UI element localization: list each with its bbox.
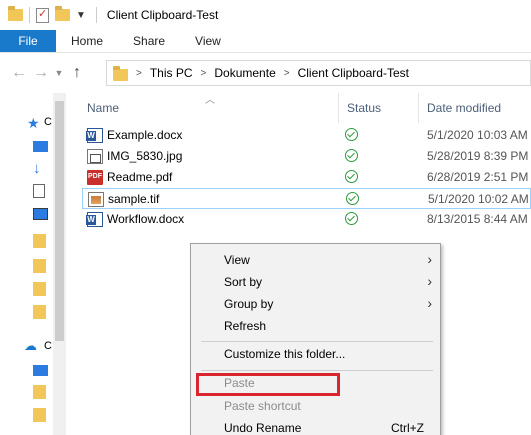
- column-divider[interactable]: [338, 93, 339, 123]
- file-name: IMG_5830.jpg: [107, 149, 183, 163]
- chevron-right-icon[interactable]: >: [201, 68, 207, 79]
- image-icon: [87, 149, 103, 164]
- menu-divider: [201, 370, 433, 371]
- context-menu: View › Sort by › Group by › Refresh Cust…: [190, 243, 441, 435]
- address-bar[interactable]: > This PC > Dokumente > Client Clipboard…: [106, 60, 531, 86]
- sync-ok-icon: [345, 212, 358, 225]
- chevron-right-icon[interactable]: >: [284, 68, 290, 79]
- chevron-right-icon: ›: [427, 295, 432, 311]
- tab-file[interactable]: File: [0, 30, 56, 52]
- column-header-date[interactable]: Date modified: [427, 93, 531, 123]
- folder-icon: [113, 65, 128, 81]
- menu-item-sort-by[interactable]: Sort by ›: [191, 271, 440, 293]
- quick-access-label[interactable]: C: [44, 116, 52, 128]
- menu-divider: [201, 341, 433, 342]
- menu-item-undo-rename[interactable]: Undo Rename Ctrl+Z: [191, 417, 440, 435]
- file-name: Readme.pdf: [107, 170, 173, 184]
- file-row[interactable]: Readme.pdf 6/28/2019 2:51 PM: [82, 167, 531, 188]
- ribbon-tabs: File Home Share View: [0, 30, 531, 53]
- file-name: sample.tif: [108, 192, 160, 206]
- forward-arrow-icon[interactable]: →: [30, 64, 52, 82]
- menu-item-refresh[interactable]: Refresh: [191, 315, 440, 337]
- navigation-bar: ← → ▼ ↑ > This PC > Dokumente > Client C…: [0, 53, 531, 93]
- star-icon[interactable]: ★: [27, 115, 41, 131]
- breadcrumb-current-folder[interactable]: Client Clipboard-Test: [298, 66, 409, 80]
- onedrive-label[interactable]: C: [44, 340, 52, 352]
- file-row[interactable]: IMG_5830.jpg 5/28/2019 8:39 PM: [82, 146, 531, 167]
- column-header-status[interactable]: Status: [347, 93, 417, 123]
- menu-item-label: Customize this folder...: [224, 347, 346, 361]
- divider: [95, 7, 97, 23]
- back-arrow-icon[interactable]: ←: [8, 64, 30, 82]
- folder-icon[interactable]: [33, 282, 46, 296]
- folder-icon[interactable]: [33, 408, 46, 422]
- sync-ok-icon: [345, 170, 358, 183]
- chevron-right-icon: ›: [427, 251, 432, 267]
- properties-icon[interactable]: [36, 7, 49, 23]
- sync-ok-icon: [345, 128, 358, 141]
- breadcrumb-dokumente[interactable]: Dokumente: [214, 66, 275, 80]
- sync-ok-icon: [346, 192, 359, 205]
- pdf-icon: [87, 170, 103, 185]
- file-date: 8/13/2015 8:44 AM: [427, 212, 528, 226]
- word-icon: [86, 212, 103, 227]
- menu-item-label: View: [224, 253, 250, 267]
- chevron-right-icon[interactable]: >: [136, 68, 142, 79]
- folder-icon[interactable]: [33, 305, 46, 319]
- file-name: Workflow.docx: [107, 212, 185, 226]
- tab-home[interactable]: Home: [56, 30, 118, 52]
- sync-ok-icon: [345, 149, 358, 162]
- file-date: 6/28/2019 2:51 PM: [427, 170, 529, 184]
- title-bar: ▼ Client Clipboard-Test: [0, 0, 531, 30]
- new-folder-icon[interactable]: [55, 6, 70, 21]
- tab-view[interactable]: View: [180, 30, 236, 52]
- file-date: 5/28/2019 8:39 PM: [427, 149, 529, 163]
- menu-item-label: Group by: [224, 297, 274, 311]
- menu-item-label: Refresh: [224, 319, 267, 333]
- quick-access-toolbar: ▼: [8, 6, 86, 23]
- file-name: Example.docx: [107, 128, 183, 142]
- file-date: 5/1/2020 10:02 AM: [428, 192, 529, 206]
- file-date: 5/1/2020 10:03 AM: [427, 128, 528, 142]
- folder-icon[interactable]: [33, 385, 46, 399]
- menu-item-label: Sort by: [224, 275, 263, 289]
- menu-item-label: Undo Rename: [224, 421, 302, 435]
- tab-share[interactable]: Share: [118, 30, 180, 52]
- scrollbar-thumb[interactable]: [55, 101, 64, 341]
- file-row[interactable]: Workflow.docx 8/13/2015 8:44 AM: [82, 209, 531, 230]
- image-icon: [88, 192, 104, 207]
- folder-icon[interactable]: [33, 234, 46, 248]
- word-icon: [86, 128, 103, 143]
- window-title: Client Clipboard-Test: [106, 8, 219, 22]
- recent-locations-icon[interactable]: ▼: [52, 68, 66, 78]
- menu-item-label: Paste shortcut: [224, 399, 301, 413]
- divider: [29, 7, 30, 23]
- up-arrow-icon[interactable]: ↑: [66, 64, 88, 82]
- onedrive-icon[interactable]: ☁: [24, 338, 38, 353]
- file-row[interactable]: Example.docx 5/1/2020 10:03 AM: [82, 125, 531, 146]
- highlight-box: [196, 373, 340, 396]
- documents-icon[interactable]: [33, 184, 45, 198]
- folder-icon[interactable]: [33, 259, 46, 273]
- menu-item-view[interactable]: View ›: [191, 249, 440, 271]
- menu-item-customize-folder[interactable]: Customize this folder...: [191, 343, 440, 365]
- file-row[interactable]: sample.tif 5/1/2020 10:02 AM: [82, 188, 531, 209]
- menu-item-shortcut: Ctrl+Z: [391, 421, 424, 435]
- folder-icon: [8, 6, 23, 21]
- column-header-name[interactable]: Name: [87, 93, 337, 123]
- navigation-pane: ★ C ↓ ☁ C: [0, 93, 66, 435]
- pictures-icon[interactable]: [33, 208, 48, 220]
- desktop-icon[interactable]: [33, 141, 48, 152]
- desktop-icon[interactable]: [33, 365, 48, 376]
- breadcrumb-this-pc[interactable]: This PC: [150, 66, 193, 80]
- downloads-icon[interactable]: ↓: [33, 160, 47, 177]
- menu-item-paste-shortcut[interactable]: Paste shortcut: [191, 395, 440, 417]
- customize-toolbar-icon[interactable]: ▼: [76, 10, 86, 21]
- menu-item-group-by[interactable]: Group by ›: [191, 293, 440, 315]
- column-divider[interactable]: [418, 93, 419, 123]
- chevron-right-icon: ›: [427, 273, 432, 289]
